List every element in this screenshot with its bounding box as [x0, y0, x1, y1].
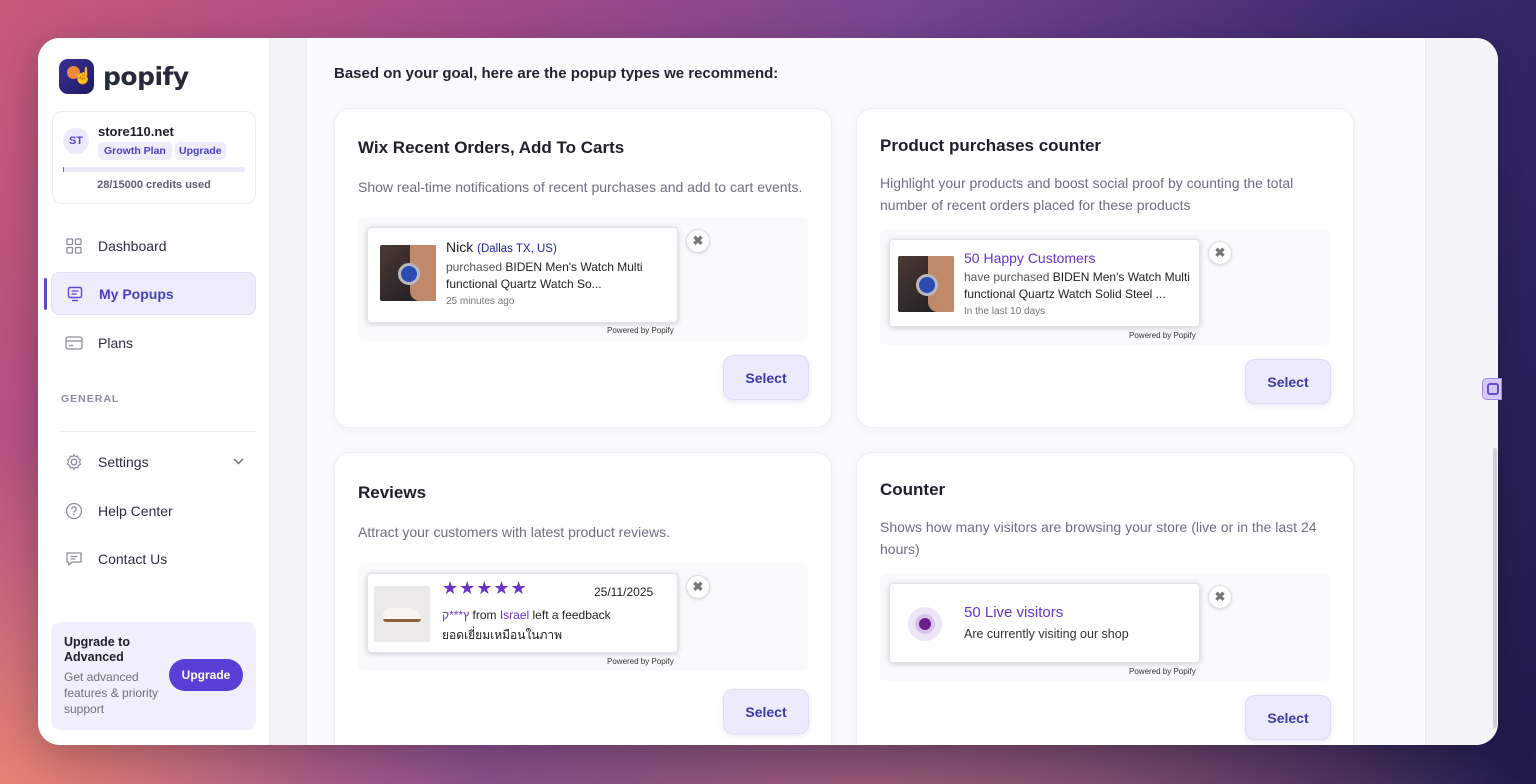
customer-location: (Dallas TX, US)	[477, 243, 557, 255]
sidebar: ☝ popify ST store110.net Growth Plan Upg…	[38, 38, 270, 745]
review-text: ยอดเยี่ยมเหมือนในภาพ	[442, 628, 563, 642]
popup-preview: 50 Live visitors Are currently visiting …	[889, 583, 1200, 663]
popup-preview: 50 Happy Customers have purchased BIDEN …	[889, 239, 1200, 327]
sidebar-item-label: Settings	[98, 453, 149, 470]
time-ago: 25 minutes ago	[446, 296, 515, 307]
close-icon: ✖	[1208, 241, 1232, 265]
store-name: store110.net	[98, 124, 174, 139]
from-label: from	[472, 608, 497, 622]
sidebar-item-contact-us[interactable]: Contact Us	[51, 537, 256, 580]
store-card: ST store110.net Growth Plan Upgrade 28/1…	[52, 111, 256, 204]
select-button[interactable]: Select	[1245, 695, 1331, 740]
powered-by: Powered by Popify	[607, 657, 674, 666]
upgrade-title: Upgrade to Advanced	[64, 635, 130, 664]
app-window: ☝ popify ST store110.net Growth Plan Upg…	[38, 38, 1498, 745]
upgrade-card: Upgrade to Advanced Get advanced feature…	[51, 622, 256, 730]
gear-icon	[65, 452, 83, 471]
grid-icon	[65, 237, 83, 255]
sidebar-item-dashboard[interactable]: Dashboard	[51, 224, 256, 267]
reviewer-name: ץ***ק	[442, 608, 470, 622]
popup-type-card-recent-orders: Wix Recent Orders, Add To Carts Show rea…	[334, 108, 832, 428]
purchase-verb: have purchased	[964, 270, 1050, 284]
product-image	[374, 586, 430, 642]
popup-preview: Nick (Dallas TX, US) purchased BIDEN Men…	[367, 227, 678, 323]
recommendation-panel: Based on your goal, here are the popup t…	[306, 38, 1426, 745]
card-description: Show real-time notifications of recent p…	[358, 179, 803, 195]
product-image	[380, 245, 436, 301]
card-icon	[65, 334, 83, 352]
chevron-down-icon	[233, 456, 244, 468]
sidebar-item-label: Dashboard	[98, 237, 167, 254]
popup-preview-area: Nick (Dallas TX, US) purchased BIDEN Men…	[358, 217, 808, 341]
select-button[interactable]: Select	[723, 689, 809, 734]
feedback-label: left a feedback	[532, 608, 611, 622]
powered-by: Powered by Popify	[607, 326, 674, 335]
brand-name: popify	[103, 62, 189, 91]
divider	[60, 431, 256, 432]
popup-preview-area: 50 Live visitors Are currently visiting …	[880, 573, 1330, 681]
product-image	[898, 256, 954, 312]
sidebar-item-label: Plans	[98, 334, 134, 351]
upgrade-description: Get advanced features & priority support	[64, 670, 159, 716]
popup-preview-area: ★★★★★ 25/11/2025 ץ***ק from Israel left …	[358, 563, 808, 671]
chat-icon	[65, 550, 83, 568]
plan-badge: Growth Plan	[98, 142, 172, 160]
sidebar-item-label: Contact Us	[98, 550, 168, 567]
popup-icon	[66, 285, 84, 303]
popup-preview-area: 50 Happy Customers have purchased BIDEN …	[880, 229, 1330, 345]
upgrade-link[interactable]: Upgrade	[175, 142, 226, 160]
card-description: Shows how many visitors are browsing you…	[880, 519, 1317, 557]
card-title: Counter	[880, 480, 946, 499]
card-title: Product purchases counter	[880, 136, 1102, 155]
popup-type-card-reviews: Reviews Attract your customers with late…	[334, 452, 832, 745]
purchase-verb: purchased	[446, 260, 503, 274]
credits-text: 28/15000 credits used	[97, 179, 211, 191]
counter-subtext: Are currently visiting our shop	[964, 627, 1129, 641]
upgrade-button[interactable]: Upgrade	[169, 659, 243, 691]
popup-type-card-counter: Counter Shows how many visitors are brow…	[856, 452, 1354, 745]
select-button[interactable]: Select	[723, 355, 809, 400]
reviewer-country: Israel	[499, 608, 530, 622]
credits-progress-fill	[63, 167, 64, 172]
question-icon	[65, 502, 83, 520]
live-dot-icon	[908, 607, 942, 641]
popup-type-card-purchases-counter: Product purchases counter Highlight your…	[856, 108, 1354, 428]
card-title: Wix Recent Orders, Add To Carts	[358, 138, 625, 157]
customer-name: Nick	[446, 239, 474, 255]
sidebar-item-settings[interactable]: Settings	[51, 440, 256, 483]
popup-preview: ★★★★★ 25/11/2025 ץ***ק from Israel left …	[367, 573, 678, 653]
popify-logo-icon: ☝	[59, 59, 94, 94]
sidebar-item-label: Help Center	[98, 502, 173, 519]
powered-by: Powered by Popify	[1129, 331, 1196, 340]
sidebar-item-plans[interactable]: Plans	[51, 321, 256, 364]
sidebar-item-help-center[interactable]: Help Center	[51, 489, 256, 532]
feedback-widget-tab[interactable]	[1482, 378, 1502, 400]
section-label-general: GENERAL	[61, 393, 120, 405]
credits-progress-bar	[63, 167, 245, 172]
select-button[interactable]: Select	[1245, 359, 1331, 404]
time-range: In the last 10 days	[964, 306, 1046, 317]
counter-headline: 50 Live visitors	[964, 604, 1064, 621]
powered-by: Powered by Popify	[1129, 667, 1196, 676]
avatar: ST	[63, 128, 89, 154]
sidebar-item-my-popups[interactable]: My Popups	[51, 272, 256, 315]
scrollbar[interactable]	[1493, 448, 1497, 728]
review-date: 25/11/2025	[594, 585, 654, 599]
card-description: Highlight your products and boost social…	[880, 175, 1294, 213]
sidebar-item-label: My Popups	[99, 285, 174, 302]
close-icon: ✖	[1208, 585, 1232, 609]
close-icon: ✖	[686, 229, 710, 253]
close-icon: ✖	[686, 575, 710, 599]
logo[interactable]: ☝ popify	[59, 59, 189, 94]
star-rating: ★★★★★	[442, 578, 528, 598]
card-description: Attract your customers with latest produ…	[358, 524, 670, 540]
counter-headline: 50 Happy Customers	[964, 250, 1096, 266]
main-content: Based on your goal, here are the popup t…	[270, 38, 1498, 745]
page-intro: Based on your goal, here are the popup t…	[334, 65, 779, 82]
active-indicator	[44, 278, 47, 310]
card-title: Reviews	[358, 483, 427, 502]
